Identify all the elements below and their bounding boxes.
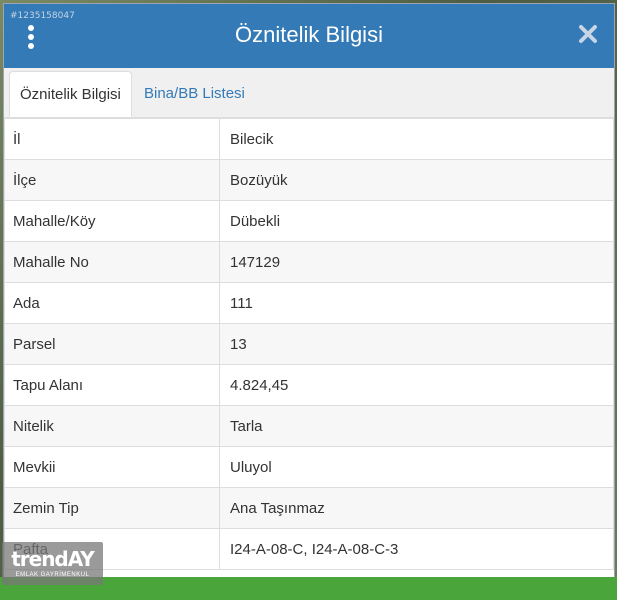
row-key: Nitelik [4,405,220,447]
table-row: İlçe Bozüyük [4,159,614,201]
row-key: İl [4,118,220,160]
table-row: Mahalle No 147129 [4,241,614,283]
row-value: 13 [219,323,614,365]
table-row: İl Bilecik [4,118,614,160]
row-key: Parsel [4,323,220,365]
table-row: Parsel 13 [4,323,614,365]
row-value: Dübekli [219,200,614,242]
row-key: Ada [4,282,220,324]
logo-sub-text: EMLAK GAYRİMENKUL [15,572,90,578]
row-key: Zemin Tip [4,487,220,529]
row-value: 4.824,45 [219,364,614,406]
table-row: Tapu Alanı 4.824,45 [4,364,614,406]
row-key: Mevkii [4,446,220,488]
row-key: İlçe [4,159,220,201]
table-row: Mevkii Uluyol [4,446,614,488]
logo-main-text: trendAY [11,547,95,571]
tab-attribute-info[interactable]: Öznitelik Bilgisi [9,71,132,117]
row-value: Tarla [219,405,614,447]
row-key: Mahalle No [4,241,220,283]
attribute-table: İl Bilecik İlçe Bozüyük Mahalle/Köy Dübe… [4,118,614,570]
watermark-id: #1235158047 [10,11,75,21]
tab-building-list[interactable]: Bina/BB Listesi [134,71,255,117]
row-value: 111 [219,282,614,324]
table-row: Zemin Tip Ana Taşınmaz [4,487,614,529]
table-row: Mahalle/Köy Dübekli [4,200,614,242]
row-value: Bilecik [219,118,614,160]
attribute-modal: Öznitelik Bilgisi Öznitelik Bilgisi Bina… [3,3,615,600]
modal-header: Öznitelik Bilgisi [4,4,614,68]
row-value: Bozüyük [219,159,614,201]
row-key: Mahalle/Köy [4,200,220,242]
modal-title: Öznitelik Bilgisi [235,22,383,47]
row-value: 147129 [219,241,614,283]
row-value: I24-A-08-C, I24-A-08-C-3 [219,528,614,570]
close-icon[interactable] [577,22,599,46]
table-row: Ada 111 [4,282,614,324]
table-row: Nitelik Tarla [4,405,614,447]
row-key: Tapu Alanı [4,364,220,406]
row-value: Uluyol [219,446,614,488]
tab-bar: Öznitelik Bilgisi Bina/BB Listesi [4,68,614,118]
row-value: Ana Taşınmaz [219,487,614,529]
watermark-logo: trendAY EMLAK GAYRİMENKUL [2,542,103,585]
